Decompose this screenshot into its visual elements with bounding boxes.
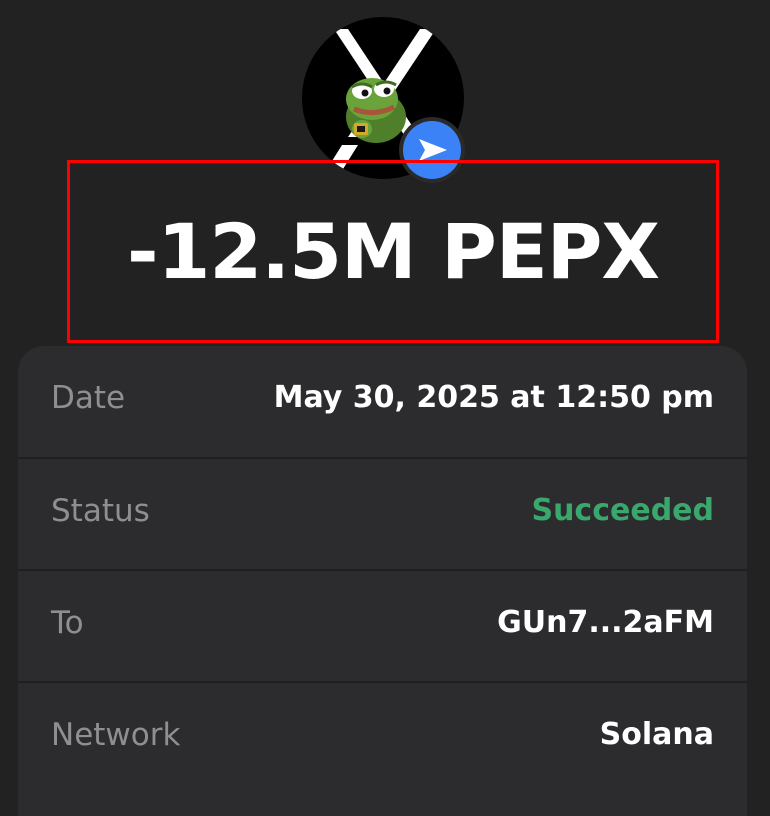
transaction-details-card: Date May 30, 2025 at 12:50 pm Status Suc… [18, 346, 747, 816]
recipient-label: To [51, 605, 84, 641]
date-label: Date [51, 380, 126, 416]
network-value: Solana [599, 717, 714, 752]
status-value: Succeeded [531, 493, 714, 528]
network-label: Network [51, 717, 181, 753]
status-label: Status [51, 493, 150, 529]
date-value: May 30, 2025 at 12:50 pm [273, 380, 714, 415]
status-row: Status Succeeded [18, 459, 747, 570]
date-row: Date May 30, 2025 at 12:50 pm [18, 346, 747, 457]
recipient-address[interactable]: GUn7...2aFM [497, 603, 714, 643]
amount-highlight-box: -12.5M PEPX [67, 160, 719, 343]
recipient-row[interactable]: To GUn7...2aFM [18, 571, 747, 682]
network-row: Network Solana [18, 683, 747, 794]
transaction-amount: -12.5M PEPX [126, 207, 660, 296]
